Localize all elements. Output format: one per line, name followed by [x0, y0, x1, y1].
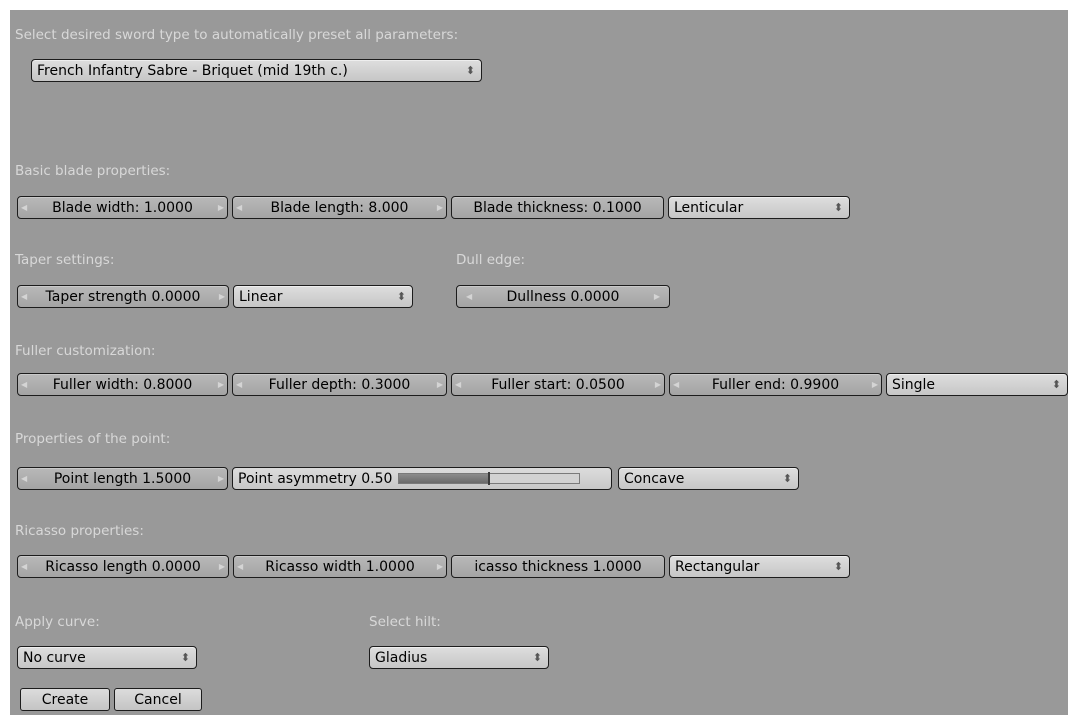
- blade-width-field[interactable]: ◀ Blade width: 1.0000 ▶: [17, 196, 228, 219]
- point-length-text: Point length 1.5000: [53, 470, 192, 487]
- curve-value: No curve: [23, 649, 86, 666]
- up-down-arrows-icon: ⬍: [833, 201, 843, 214]
- up-down-arrows-icon: ⬍: [180, 651, 190, 664]
- right-arrow-icon[interactable]: ▶: [655, 380, 661, 389]
- point-length-field[interactable]: ◀ Point length 1.5000 ▶: [17, 467, 228, 490]
- hilt-dropdown[interactable]: Gladius ⬍: [369, 646, 549, 669]
- taper-strength-field[interactable]: ◀ Taper strength 0.0000 ▶: [17, 285, 229, 308]
- right-arrow-icon[interactable]: ▶: [219, 292, 225, 301]
- up-down-arrows-icon: ⬍: [833, 560, 843, 573]
- right-arrow-icon[interactable]: ▶: [437, 562, 443, 571]
- blade-width-text: Blade width: 1.0000: [52, 199, 193, 216]
- fuller-end-text: Fuller end: 0.9900: [711, 376, 840, 393]
- cancel-button[interactable]: Cancel: [114, 688, 202, 711]
- ricasso-length-field[interactable]: ◀ Ricasso length 0.0000 ▶: [17, 555, 229, 578]
- point-asymmetry-text: Point asymmetry 0.50: [238, 470, 393, 487]
- sword-generator-panel: Select desired sword type to automatical…: [10, 10, 1068, 715]
- right-arrow-icon[interactable]: ▶: [872, 380, 878, 389]
- blade-profile-dropdown[interactable]: Lenticular ⬍: [668, 196, 850, 219]
- right-arrow-icon[interactable]: ▶: [218, 380, 224, 389]
- up-down-arrows-icon: ⬍: [782, 472, 792, 485]
- taper-mode-value: Linear: [239, 288, 283, 305]
- slider-track[interactable]: [398, 472, 581, 485]
- ricasso-width-text: Ricasso width 1.0000: [265, 558, 415, 575]
- point-shape-value: Concave: [624, 470, 685, 487]
- blade-thickness-text: Blade thickness: 0.1000: [473, 199, 642, 216]
- slider-fill: [399, 474, 490, 483]
- fuller-end-field[interactable]: ◀ Fuller end: 0.9900 ▶: [669, 373, 882, 396]
- ricasso-width-field[interactable]: ◀ Ricasso width 1.0000 ▶: [233, 555, 447, 578]
- fuller-mode-value: Single: [892, 376, 936, 393]
- right-arrow-icon[interactable]: ▶: [218, 203, 224, 212]
- right-arrow-icon[interactable]: ▶: [654, 292, 660, 301]
- fuller-depth-field[interactable]: ◀ Fuller depth: 0.3000 ▶: [232, 373, 447, 396]
- up-down-arrows-icon: ⬍: [1051, 378, 1061, 391]
- preset-label: Select desired sword type to automatical…: [15, 27, 459, 43]
- sword-preset-dropdown[interactable]: French Infantry Sabre - Briquet (mid 19t…: [31, 59, 482, 82]
- fuller-width-text: Fuller width: 0.8000: [52, 376, 193, 393]
- taper-section-label: Taper settings:: [15, 252, 115, 268]
- ricasso-shape-value: Rectangular: [675, 558, 760, 575]
- ricasso-thickness-text: icasso thickness 1.0000: [474, 558, 642, 575]
- taper-strength-text: Taper strength 0.0000: [45, 288, 201, 305]
- ricasso-shape-dropdown[interactable]: Rectangular ⬍: [669, 555, 850, 578]
- up-down-arrows-icon: ⬍: [396, 290, 406, 303]
- blade-section-label: Basic blade properties:: [15, 163, 171, 179]
- fuller-mode-dropdown[interactable]: Single ⬍: [886, 373, 1068, 396]
- up-down-arrows-icon: ⬍: [465, 64, 475, 77]
- right-arrow-icon[interactable]: ▶: [437, 203, 443, 212]
- hilt-label: Select hilt:: [369, 614, 441, 630]
- create-button[interactable]: Create: [20, 688, 110, 711]
- point-section-label: Properties of the point:: [15, 431, 171, 447]
- right-arrow-icon[interactable]: ▶: [218, 474, 224, 483]
- blade-profile-value: Lenticular: [674, 199, 744, 216]
- ricasso-length-text: Ricasso length 0.0000: [45, 558, 201, 575]
- fuller-start-field[interactable]: ◀ Fuller start: 0.0500 ▶: [451, 373, 665, 396]
- right-arrow-icon[interactable]: ▶: [219, 562, 225, 571]
- curve-dropdown[interactable]: No curve ⬍: [17, 646, 197, 669]
- up-down-arrows-icon: ⬍: [532, 651, 542, 664]
- fuller-depth-text: Fuller depth: 0.3000: [268, 376, 411, 393]
- dullness-field[interactable]: ◀ Dullness 0.0000 ▶: [456, 285, 670, 308]
- ricasso-section-label: Ricasso properties:: [15, 523, 144, 539]
- fuller-section-label: Fuller customization:: [15, 343, 156, 359]
- point-shape-dropdown[interactable]: Concave ⬍: [618, 467, 799, 490]
- point-asymmetry-slider[interactable]: Point asymmetry 0.50: [232, 467, 612, 490]
- ricasso-thickness-field[interactable]: icasso thickness 1.0000: [451, 555, 665, 578]
- dullness-text: Dullness 0.0000: [506, 288, 620, 305]
- slider-handle[interactable]: [488, 472, 491, 485]
- fuller-start-text: Fuller start: 0.0500: [491, 376, 625, 393]
- sword-preset-value: French Infantry Sabre - Briquet (mid 19t…: [37, 62, 348, 79]
- dull-edge-label: Dull edge:: [456, 252, 526, 268]
- blade-thickness-field[interactable]: Blade thickness: 0.1000: [451, 196, 664, 219]
- hilt-value: Gladius: [375, 649, 428, 666]
- blade-length-field[interactable]: ◀ Blade length: 8.000 ▶: [232, 196, 447, 219]
- right-arrow-icon[interactable]: ▶: [437, 380, 443, 389]
- blade-length-text: Blade length: 8.000: [270, 199, 409, 216]
- curve-label: Apply curve:: [15, 614, 100, 630]
- fuller-width-field[interactable]: ◀ Fuller width: 0.8000 ▶: [17, 373, 228, 396]
- taper-mode-dropdown[interactable]: Linear ⬍: [233, 285, 413, 308]
